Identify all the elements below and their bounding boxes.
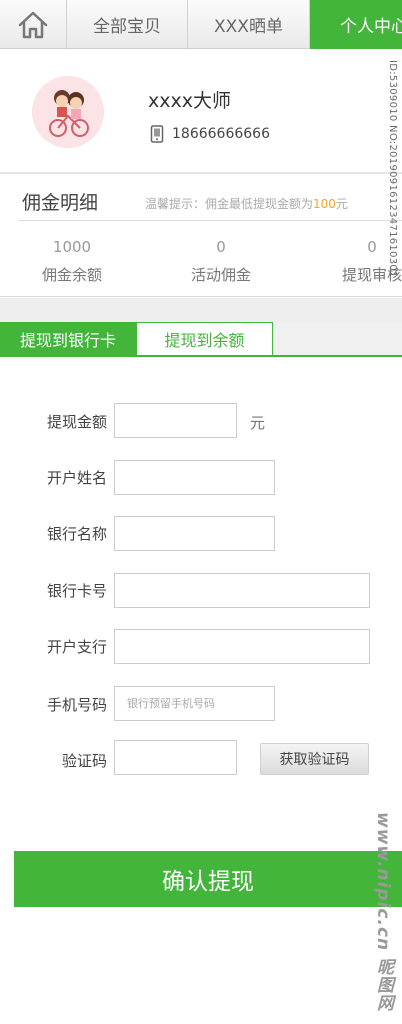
bank-name-input[interactable] <box>114 516 275 551</box>
tab-personal-center[interactable]: 个人中心 <box>310 0 402 49</box>
tab-withdraw-to-balance[interactable]: 提现到余额 <box>136 322 273 355</box>
commission-hint: 温馨提示：佣金最低提现金额为100元 <box>145 195 348 212</box>
confirm-withdraw-button[interactable]: 确认提现 <box>14 851 402 907</box>
user-name: xxxx大师 <box>148 90 231 112</box>
hint-suffix: 元 <box>335 197 348 211</box>
stat-label: 佣金余额 <box>41 266 102 284</box>
watermark-id: ID:5309010 NO:20190916123471610301 <box>387 60 398 278</box>
card-number-label: 银行卡号 <box>46 582 107 600</box>
account-holder-input[interactable] <box>114 460 275 495</box>
commission-divider <box>18 220 402 221</box>
stat-commission-balance[interactable]: 1000 佣金余额 <box>7 238 137 285</box>
account-holder-label: 开户姓名 <box>46 469 107 487</box>
watermark-brand: www.nipic.cn 昵图网 <box>373 812 393 1013</box>
amount-unit: 元 <box>250 414 266 432</box>
get-code-button[interactable]: 获取验证码 <box>260 743 369 775</box>
stat-activity-commission[interactable]: 0 活动佣金 <box>156 238 286 285</box>
withdraw-tabs: 提现到银行卡 提现到余额 <box>0 322 402 357</box>
reserved-phone-input[interactable] <box>114 686 275 721</box>
branch-label: 开户支行 <box>46 638 107 656</box>
tab-xxx-showcase[interactable]: XXX晒单 <box>188 0 310 49</box>
commission-title: 佣金明细 <box>22 192 99 214</box>
bank-name-label: 银行名称 <box>46 525 107 543</box>
branch-input[interactable] <box>114 629 370 664</box>
phone-label: 手机号码 <box>46 696 107 714</box>
verification-code-input[interactable] <box>114 740 237 775</box>
card-number-input[interactable] <box>114 573 370 608</box>
mobile-phone-icon <box>150 125 164 143</box>
gray-spacer <box>0 298 402 322</box>
hint-prefix: 温馨提示：佣金最低提现金额为 <box>145 197 314 211</box>
profile-section: xxxx大师 18666666666 <box>0 50 402 172</box>
verification-code-label: 验证码 <box>61 752 107 770</box>
amount-input[interactable] <box>114 403 237 438</box>
home-icon <box>18 11 48 38</box>
top-navigation: 全部宝贝 XXX晒单 个人中心 <box>0 0 402 49</box>
tab-withdraw-to-bank-card[interactable]: 提现到银行卡 <box>0 322 136 355</box>
avatar[interactable] <box>32 76 104 148</box>
stat-value: 0 <box>216 238 226 256</box>
amount-label: 提现金额 <box>46 413 107 431</box>
home-button[interactable] <box>0 0 67 49</box>
phone-row: 18666666666 <box>150 125 270 143</box>
commission-section: 佣金明细 温馨提示：佣金最低提现金额为100元 1000 佣金余额 0 活动佣金… <box>0 174 402 297</box>
stat-label: 活动佣金 <box>190 266 251 284</box>
phone-number: 18666666666 <box>172 126 270 142</box>
tab-all-items[interactable]: 全部宝贝 <box>67 0 188 49</box>
stat-value: 1000 <box>52 238 92 256</box>
hint-amount: 100 <box>313 197 336 211</box>
